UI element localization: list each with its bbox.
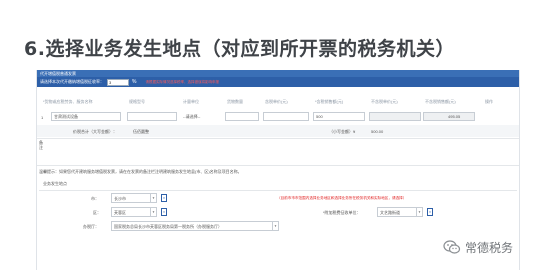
total-lower-value: 500.00: [371, 129, 384, 134]
page-title: 6.选择业务发生地点（对应到所开票的税务机关）: [24, 38, 455, 60]
city-dropdown-button[interactable]: ▾: [161, 194, 167, 202]
fee-unit-label: *附加税费征收单位：: [323, 210, 361, 215]
amount-excl-input: 495.05: [423, 112, 475, 121]
col-price-incl: 含税单价(元): [265, 99, 288, 104]
tip-text: 温馨提示：如果您代开建筑服务增值税发票，请在在发票的备注栏注明建筑服务发生地县(…: [39, 169, 242, 174]
fee-unit-value: 文艺路街道: [380, 210, 400, 215]
col-unit: 计量单位: [183, 99, 199, 104]
table-row: 1 甘肃测试设备 --请选择-- 500 495.05: [37, 111, 519, 123]
district-dropdown-button[interactable]: ▾: [161, 208, 167, 216]
row-index: 1: [41, 115, 44, 120]
district-select[interactable]: 芙蓉区 ▼: [111, 207, 157, 217]
office-select[interactable]: 国家税务总局长沙市芙蓉区税务局第一税务所（办税服务厅） ▼: [111, 221, 279, 231]
chevron-down-icon: ▼: [272, 222, 277, 230]
city-warning: （目前市市市范围内选择业务地区和选择业务所在税务机关和实际地区，请选择）: [277, 196, 407, 200]
collect-rate-warning: 请根据实际情况选择税率，选择错误将影响申报: [145, 79, 219, 84]
remark-box[interactable]: 备注: [37, 138, 519, 166]
office-label: 办税厅：: [83, 224, 99, 229]
bottom-fade: [37, 256, 519, 270]
chevron-down-icon: ▼: [150, 208, 155, 216]
district-row: 区： 芙蓉区 ▼ ▾ *附加税费征收单位： 文艺路街道 ▼ ▾: [37, 205, 519, 219]
col-spec: 规格型号: [129, 99, 145, 104]
col-price-excl: 不含税单价(元): [371, 99, 398, 104]
col-amount-incl: *含税销售额(元): [315, 99, 344, 104]
qty-input[interactable]: [225, 112, 259, 121]
amount-incl-input[interactable]: 500: [313, 112, 365, 121]
watermark-text: 常德税务: [465, 240, 514, 255]
office-row: 办税厅： 国家税务总局长沙市芙蓉区税务局第一税务所（办税服务厅） ▼: [37, 219, 519, 233]
office-value: 国家税务总局长沙市芙蓉区税务局第一税务所（办税服务厅）: [114, 224, 222, 229]
price-incl-input[interactable]: [263, 112, 309, 121]
chevron-down-icon: ▼: [416, 208, 421, 216]
price-excl-input: [369, 112, 421, 121]
goods-name-input[interactable]: 甘肃测试设备: [51, 112, 121, 121]
fee-unit-select[interactable]: 文艺路街道 ▼: [377, 207, 423, 217]
district-label: 区：: [93, 210, 101, 215]
page: 6.选择业务发生地点（对应到所开票的税务机关） 代开增值税普通发票 请选择本次代…: [0, 0, 554, 270]
col-name: *货物或应税劳务、服务名称: [43, 99, 93, 104]
wechat-icon: [443, 240, 461, 254]
total-upper-value: 伍佰圆整: [133, 129, 149, 134]
percent-sign: %: [132, 79, 137, 85]
district-value: 芙蓉区: [114, 210, 126, 215]
fee-unit-dropdown-button[interactable]: ▾: [427, 208, 433, 216]
collect-rate-label: 请选择本次代开缴纳增值税征收率：: [40, 79, 104, 84]
collect-rate-bar: 请选择本次代开缴纳增值税征收率： 3 % 请根据实际情况选择税率，选择错误将影响…: [37, 77, 519, 87]
col-action: 操作: [485, 99, 493, 104]
watermark: 常德税务: [443, 238, 513, 256]
city-select[interactable]: 长沙市 ▼: [111, 193, 157, 203]
unit-select[interactable]: --请选择--: [183, 112, 200, 121]
total-lower-label: （小写金额）¥: [329, 129, 356, 134]
city-label: 市：: [91, 196, 99, 201]
spec-input[interactable]: [127, 112, 177, 121]
table-header: *货物或应税劳务、服务名称 规格型号 计量单位 货物数量 含税单价(元) *含税…: [37, 95, 519, 109]
collect-rate-select[interactable]: 3: [107, 78, 129, 86]
total-row: 价税合计（大写金额）： 伍佰圆整 （小写金额）¥ 500.00: [37, 125, 519, 137]
total-upper-label: 价税合计（大写金额）：: [73, 129, 117, 134]
remark-label: 备注: [39, 140, 43, 150]
biz-section-title: 业务发生地点: [43, 181, 67, 186]
chevron-down-icon: ▼: [150, 194, 155, 202]
form-top-title: 代开增值税普通发票: [37, 70, 519, 77]
col-amount-excl: 不含税销售额(元): [425, 99, 456, 104]
city-value: 长沙市: [114, 196, 126, 201]
city-row: 市： 长沙市 ▼ ▾ （目前市市市范围内选择业务地区和选择业务所在税务机关和实际…: [37, 191, 519, 205]
col-qty: 货物数量: [227, 99, 243, 104]
